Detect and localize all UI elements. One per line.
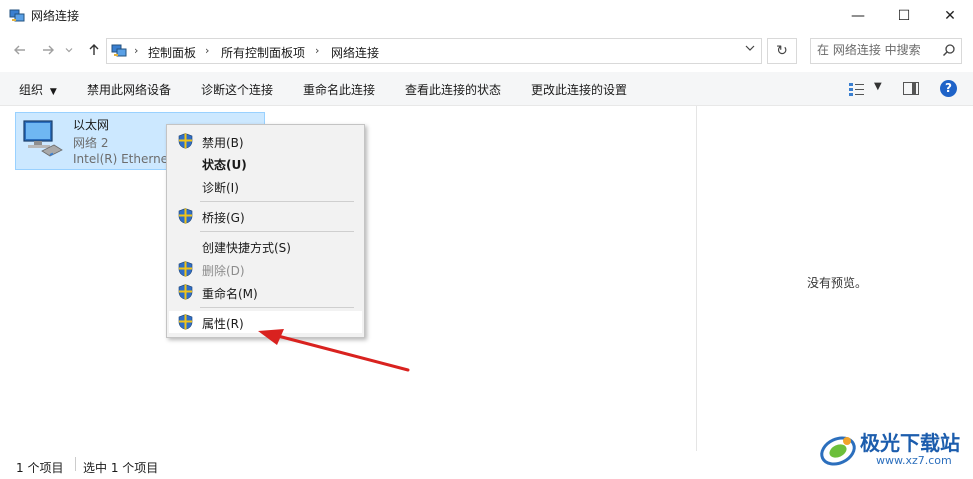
minimize-button[interactable]: —: [835, 0, 881, 31]
preview-pane-icon[interactable]: [903, 82, 919, 95]
menu-item-label: 删除(D): [202, 264, 245, 278]
forward-button[interactable]: [38, 40, 58, 60]
watermark-name: 极光下载站: [860, 431, 960, 455]
chevron-down-icon: [745, 45, 755, 51]
menu-separator: [200, 201, 354, 202]
shield-icon: [178, 314, 193, 330]
watermark-url: www.xz7.com: [876, 454, 952, 467]
menu-separator: [200, 231, 354, 232]
context-menu: 禁用(B) 状态(U) 诊断(I) 桥接(G) 创建快捷方式(S) 删除(D) …: [166, 124, 365, 338]
address-bar[interactable]: › 控制面板 › 所有控制面板项 › 网络连接: [106, 38, 762, 64]
dropdown-arrow-icon: ▼: [49, 87, 57, 97]
recent-locations-button[interactable]: [62, 40, 76, 60]
diagnose-connection-button[interactable]: 诊断这个连接: [201, 81, 273, 98]
no-preview-text: 没有预览。: [807, 276, 868, 290]
menu-item-label: 禁用(B): [202, 136, 244, 150]
menu-item-label: 状态(U): [202, 158, 247, 172]
menu-item-label: 创建快捷方式(S): [202, 241, 291, 255]
connection-adapter: Intel(R) Ethernet: [73, 152, 173, 166]
breadcrumb-separator: ›: [205, 44, 210, 57]
address-history-dropdown[interactable]: [745, 43, 755, 56]
command-bar: 组织 ▼ 禁用此网络设备 诊断这个连接 重命名此连接 查看此连接的状态 更改此连…: [0, 72, 973, 106]
search-box[interactable]: [810, 38, 962, 64]
view-dropdown-arrow-icon[interactable]: ▼: [874, 81, 882, 92]
menu-item-bridge[interactable]: 桥接(G): [169, 205, 362, 227]
menu-item-rename[interactable]: 重命名(M): [169, 281, 362, 303]
change-view-icon[interactable]: [849, 82, 865, 96]
maximize-button[interactable]: ☐: [881, 0, 927, 31]
status-divider: [75, 457, 76, 471]
rename-connection-button[interactable]: 重命名此连接: [303, 81, 375, 98]
breadcrumb-separator: ›: [315, 44, 320, 57]
menu-item-label: 桥接(G): [202, 211, 245, 225]
watermark: 极光下载站 www.xz7.com: [818, 427, 968, 473]
breadcrumb-separator: ›: [134, 44, 139, 57]
preview-pane: 没有预览。: [696, 106, 973, 451]
view-status-button[interactable]: 查看此连接的状态: [405, 81, 501, 98]
network-connections-icon: [9, 9, 25, 22]
arrow-right-icon: [43, 45, 54, 55]
search-input[interactable]: [817, 43, 937, 57]
up-button[interactable]: [84, 40, 104, 60]
change-settings-button[interactable]: 更改此连接的设置: [531, 81, 627, 98]
breadcrumb-network-connections[interactable]: 网络连接: [331, 44, 379, 61]
menu-item-delete: 删除(D): [169, 258, 362, 280]
window-title: 网络连接: [31, 9, 80, 23]
organize-menu[interactable]: 组织 ▼: [19, 81, 57, 98]
annotation-arrow: [258, 329, 410, 372]
watermark-logo-icon: [820, 436, 856, 466]
chevron-down-icon: [65, 48, 73, 53]
disable-device-button[interactable]: 禁用此网络设备: [87, 81, 171, 98]
menu-item-label: 属性(R): [202, 317, 244, 331]
shield-icon: [178, 133, 193, 149]
refresh-button[interactable]: ↻: [767, 38, 797, 64]
menu-item-label: 诊断(I): [202, 181, 239, 195]
close-button[interactable]: ✕: [927, 0, 973, 31]
control-panel-icon: [111, 44, 127, 57]
organize-label: 组织: [19, 83, 44, 97]
menu-item-label: 重命名(M): [202, 287, 258, 301]
help-icon[interactable]: ?: [940, 80, 957, 97]
connection-name: 以太网: [73, 118, 110, 132]
breadcrumb-all-items[interactable]: 所有控制面板项: [221, 44, 305, 61]
connection-network: 网络 2: [73, 136, 109, 150]
menu-item-disable[interactable]: 禁用(B): [169, 130, 362, 152]
menu-item-status[interactable]: 状态(U): [169, 152, 362, 174]
breadcrumb-control-panel[interactable]: 控制面板: [148, 44, 196, 61]
item-count: 1 个项目: [16, 461, 64, 475]
title-bar: 网络连接 — ☐ ✕: [0, 0, 973, 31]
shield-icon: [178, 284, 193, 300]
menu-item-diagnose[interactable]: 诊断(I): [169, 175, 362, 197]
network-adapter-icon: [23, 120, 63, 157]
selected-count: 选中 1 个项目: [83, 461, 159, 475]
arrow-up-icon: [89, 44, 99, 55]
back-button[interactable]: [10, 40, 30, 60]
arrow-left-icon: [14, 45, 25, 55]
search-icon: [943, 44, 955, 56]
shield-icon: [178, 208, 193, 224]
menu-separator: [200, 307, 354, 308]
menu-item-create-shortcut[interactable]: 创建快捷方式(S): [169, 235, 362, 257]
shield-icon: [178, 261, 193, 277]
